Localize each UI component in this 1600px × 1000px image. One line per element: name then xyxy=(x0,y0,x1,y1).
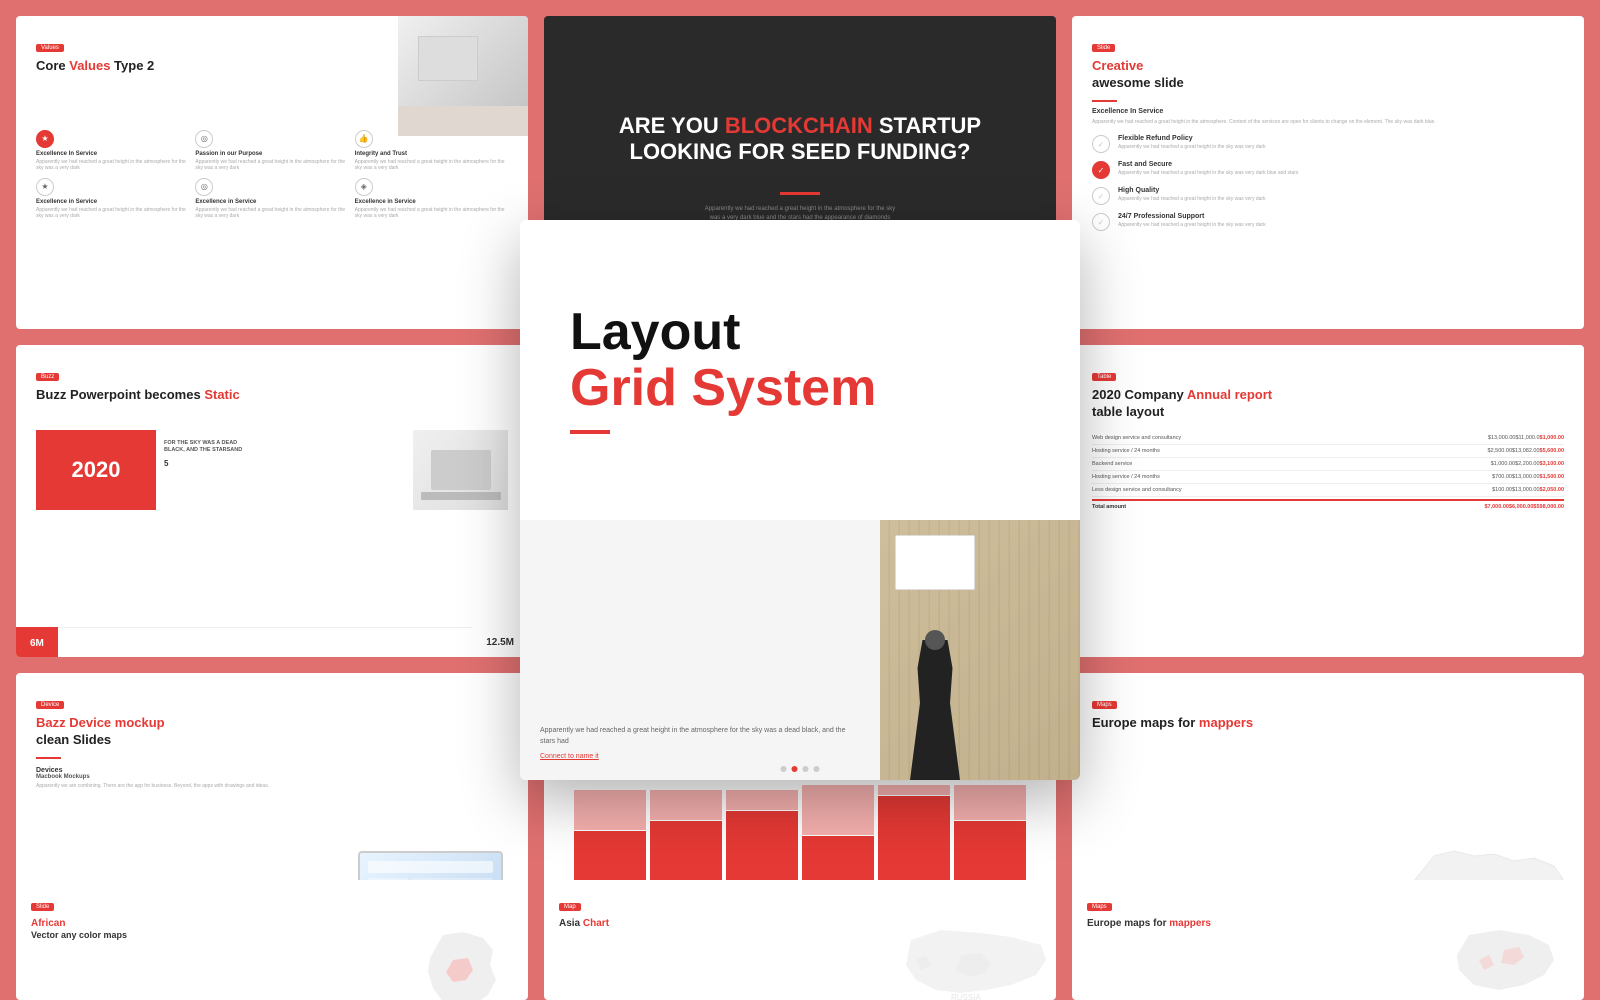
blockchain-divider xyxy=(780,192,820,195)
slide1-icon-2: ◎ xyxy=(195,130,213,148)
slide1-photo xyxy=(398,16,528,136)
slide1-icons-grid: ★ Excellence In Service Apparently we ha… xyxy=(36,130,508,220)
slide3-title: Creative awesome slide xyxy=(1092,58,1564,92)
check-item-2: ✓ Fast and Secure Apparently we had reac… xyxy=(1092,161,1564,179)
dot-1[interactable] xyxy=(781,766,787,772)
slide4-title: Buzz Powerpoint becomes Static xyxy=(36,387,508,404)
overlay-subtitle: Grid System xyxy=(570,362,1030,414)
table-row-total: Total amount $7,000.00 $6,000.00 $598,00… xyxy=(1092,499,1564,513)
overlay-link: Connect to name it xyxy=(540,753,860,760)
slide1-item-2: ◎ Passion in our Purpose Apparently we h… xyxy=(195,130,348,172)
slide4-stat1-box: 6M xyxy=(16,627,58,657)
slide3-section-desc: Apparently we had reached a great height… xyxy=(1092,119,1564,126)
bar-2a xyxy=(650,790,722,820)
table-row-1: Web design service and consultancy $13,0… xyxy=(1092,432,1564,445)
bar-1a xyxy=(574,790,646,830)
overlay-bottom-right xyxy=(880,520,1080,780)
slide-african-tag: Slide xyxy=(31,903,54,911)
asia-map: RUSSIA xyxy=(901,925,1051,1000)
dot-3[interactable] xyxy=(803,766,809,772)
slide1-icon-1: ★ xyxy=(36,130,54,148)
slide-buzz[interactable]: Buzz Buzz Powerpoint becomes Static 2020… xyxy=(16,345,528,658)
overlay-dots xyxy=(781,766,820,772)
svg-text:RUSSIA: RUSSIA xyxy=(951,993,981,1000)
dot-2[interactable] xyxy=(792,766,798,772)
europe-map-2 xyxy=(1449,925,1579,1000)
slide4-bottom-stats: 6M 12.5M xyxy=(16,627,528,657)
slide3-tag: Slide xyxy=(1092,44,1115,52)
table-row-3: Backend service $1,000.00 $2,200.00 $3,1… xyxy=(1092,458,1564,471)
overlay-bottom-left: Apparently we had reached a great height… xyxy=(520,520,880,780)
center-overlay[interactable]: Layout Grid System Apparently we had rea… xyxy=(520,220,1080,780)
slide-african-title-highlight: African xyxy=(31,917,513,930)
slide3-checklist: ✓ Flexible Refund Policy Apparently we h… xyxy=(1092,135,1564,231)
bar-3a xyxy=(726,790,798,810)
overlay-main-title: Layout xyxy=(570,306,1030,358)
slide4-body-text: FOR THE SKY WAS A DEAD BLACK, AND THE ST… xyxy=(164,440,244,468)
bar-5a xyxy=(878,785,950,795)
check-item-4: ✓ 24/7 Professional Support Apparently w… xyxy=(1092,213,1564,231)
check-item-3: ✓ High Quality Apparently we had reached… xyxy=(1092,187,1564,205)
slide1-tag: Values xyxy=(36,44,64,52)
slide-african-maps[interactable]: Slide African Vector any color maps xyxy=(16,880,528,1000)
slide-device-tag: Device xyxy=(36,701,64,709)
slide1-icon-5: ◎ xyxy=(195,178,213,196)
slide1-icon-3: 👍 xyxy=(355,130,373,148)
slide3-section-label: Excellence In Service xyxy=(1092,108,1564,115)
slide4-year-box: 2020 xyxy=(36,430,156,510)
slide7-table: Web design service and consultancy $13,0… xyxy=(1092,432,1564,513)
slide-core-values[interactable]: Values Core Values Type 2 ★ Excellence I… xyxy=(16,16,528,329)
slide1-item-1: ★ Excellence In Service Apparently we ha… xyxy=(36,130,189,172)
overlay-top: Layout Grid System xyxy=(520,220,1080,520)
slide1-item-6: ◈ Excellence in Service Apparently we ha… xyxy=(355,178,508,220)
check-item-1: ✓ Flexible Refund Policy Apparently we h… xyxy=(1092,135,1564,153)
slide-device-divider xyxy=(36,757,61,759)
slide-featured[interactable]: Slide Creative awesome slide Excellence … xyxy=(1072,16,1584,329)
slide-device-title: Bazz Device mockup clean Slides xyxy=(36,715,508,749)
slide-asia-tag: Map xyxy=(559,903,581,911)
bar-6a xyxy=(954,785,1026,820)
slide4-photo xyxy=(413,430,508,510)
check-icon-2: ✓ xyxy=(1092,161,1110,179)
table-row-5: Less design service and consultancy $100… xyxy=(1092,484,1564,497)
bar-4a xyxy=(802,785,874,835)
slide7-title: 2020 Company Annual report table layout xyxy=(1092,387,1564,421)
table-row-2: Hosting service / 24 months $2,500.00 $1… xyxy=(1092,445,1564,458)
slide4-tag: Buzz xyxy=(36,373,59,381)
bar-5b xyxy=(878,796,950,891)
blockchain-main-text: ARE YOU BLOCKCHAIN STARTUP LOOKING FOR S… xyxy=(619,113,981,166)
slide-europe-maps-bottom[interactable]: Maps Europe maps for mappers xyxy=(1072,880,1584,1000)
slide-europe-tag: Maps xyxy=(1087,903,1112,911)
slide1-icon-4: ★ xyxy=(36,178,54,196)
slide10-tag: Maps xyxy=(1092,701,1117,709)
check-icon-1: ✓ xyxy=(1092,135,1110,153)
overlay-bottom: Apparently we had reached a great height… xyxy=(520,520,1080,780)
check-icon-4: ✓ xyxy=(1092,213,1110,231)
overlay-body-text: Apparently we had reached a great height… xyxy=(540,726,860,747)
africa-map xyxy=(418,930,518,1000)
slide-device-desc: Apparently we are combining. There are t… xyxy=(36,783,508,790)
slide7-tag: Table xyxy=(1092,373,1116,381)
slide1-icon-6: ◈ xyxy=(355,178,373,196)
slide-asia-chart[interactable]: Map Asia Chart RUSSIA xyxy=(544,880,1056,1000)
slide10-title: Europe maps for mappers xyxy=(1092,715,1564,732)
dot-4[interactable] xyxy=(814,766,820,772)
slide-annual-report[interactable]: Table 2020 Company Annual report table l… xyxy=(1072,345,1584,658)
overlay-red-line xyxy=(570,430,610,434)
slide1-item-3: 👍 Integrity and Trust Apparently we had … xyxy=(355,130,508,172)
slide1-item-4: ★ Excellence in Service Apparently we ha… xyxy=(36,178,189,220)
check-icon-3: ✓ xyxy=(1092,187,1110,205)
bottom-row: Slide African Vector any color maps Map … xyxy=(0,880,1600,1000)
table-row-4: Hosting service / 24 months $700.00 $13,… xyxy=(1092,471,1564,484)
slide3-divider xyxy=(1092,100,1117,102)
slide1-item-5: ◎ Excellence in Service Apparently we ha… xyxy=(195,178,348,220)
slide-device-label: Devices xyxy=(36,767,508,774)
slide-device-sublabel: Macbook Mockups xyxy=(36,774,508,780)
